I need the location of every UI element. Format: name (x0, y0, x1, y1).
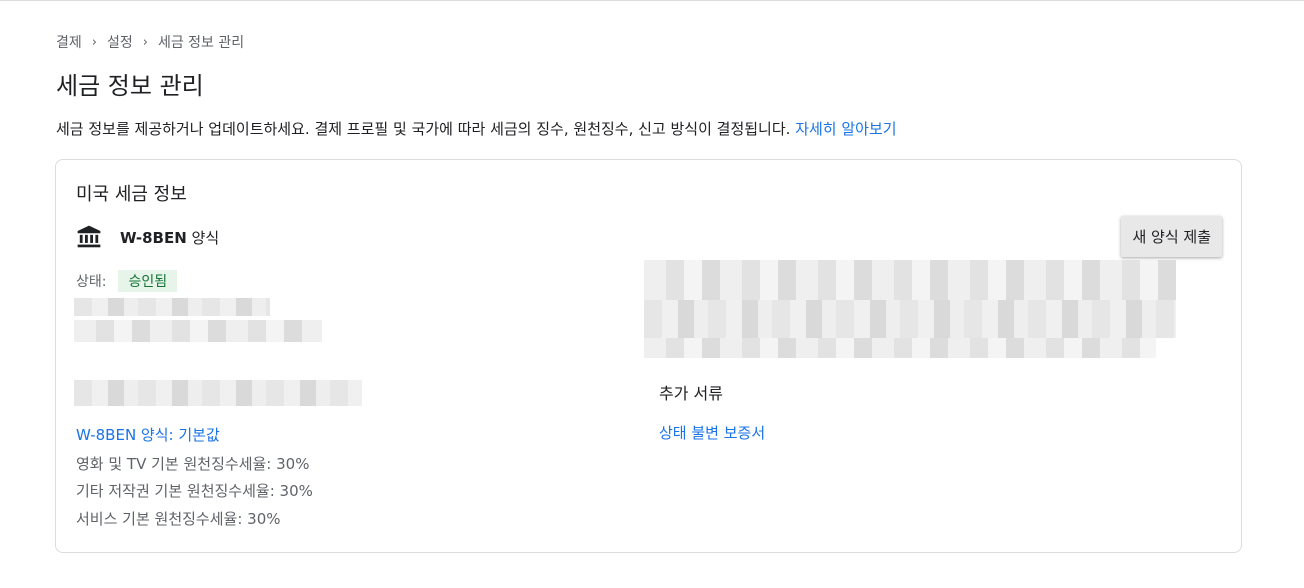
form-name: W-8BEN 양식 (120, 227, 219, 248)
rate-services: 서비스 기본 원천징수세율: 30% (76, 510, 281, 528)
learn-more-link[interactable]: 자세히 알아보기 (795, 120, 896, 138)
form-row: W-8BEN 양식 (76, 224, 219, 250)
certificate-link[interactable]: 상태 불변 보증서 (659, 422, 765, 443)
breadcrumb: 결제 › 설정 › 세금 정보 관리 (56, 32, 244, 52)
form-suffix: 양식 (186, 228, 220, 247)
rate-film-tv: 영화 및 TV 기본 원천징수세율: 30% (76, 455, 310, 473)
bank-icon (77, 225, 101, 248)
redacted-block (644, 260, 1176, 300)
submit-new-form-button[interactable]: 새 양식 제출 (1121, 216, 1222, 257)
redacted-block (644, 338, 1156, 358)
chevron-right-icon: › (91, 34, 97, 50)
page-title: 세금 정보 관리 (56, 72, 204, 100)
redacted-block (74, 380, 362, 406)
status-badge: 승인됨 (118, 270, 178, 292)
status-row: 상태: 승인됨 (76, 270, 178, 292)
redacted-block (74, 320, 322, 342)
status-label: 상태: (76, 274, 107, 290)
top-divider (0, 0, 1304, 3)
breadcrumb-payments[interactable]: 결제 (56, 32, 82, 52)
redacted-block (644, 300, 1176, 338)
breadcrumb-current: 세금 정보 관리 (157, 35, 245, 51)
redacted-block (74, 298, 270, 316)
default-form-link[interactable]: W-8BEN 양식: 기본값 (76, 424, 220, 445)
chevron-right-icon: › (142, 34, 148, 50)
us-tax-info-card: 미국 세금 정보 W-8BEN 양식 새 양식 제출 상태: 승인됨 W-8BE… (55, 159, 1242, 553)
extra-docs-label: 추가 서류 (659, 384, 723, 403)
description-text: 세금 정보를 제공하거나 업데이트하세요. 결제 프로필 및 국가에 따라 세금… (56, 120, 796, 138)
page-description: 세금 정보를 제공하거나 업데이트하세요. 결제 프로필 및 국가에 따라 세금… (56, 118, 897, 139)
card-title: 미국 세금 정보 (76, 184, 187, 205)
form-code: W-8BEN (120, 228, 187, 247)
breadcrumb-settings[interactable]: 설정 (107, 32, 133, 52)
rate-other-copyright: 기타 저작권 기본 원천징수세율: 30% (76, 482, 313, 500)
